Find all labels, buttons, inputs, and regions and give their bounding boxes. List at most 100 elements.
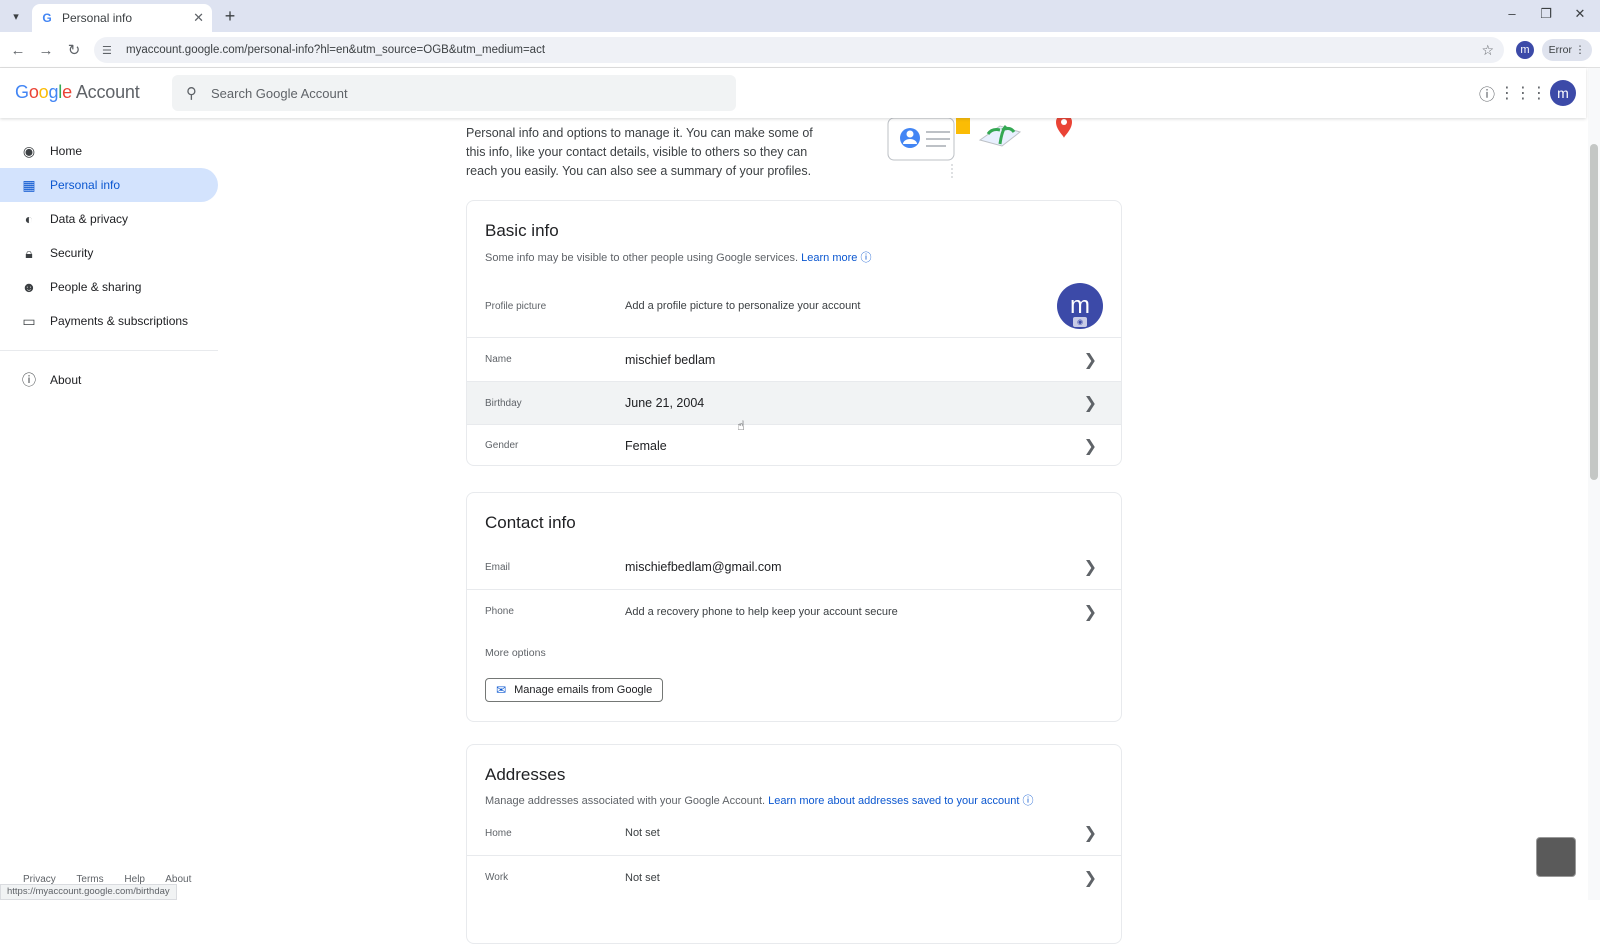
addresses-subtitle: Manage addresses associated with your Go…	[485, 792, 1034, 808]
toggle-icon: ◐	[24, 211, 34, 227]
close-tab-icon[interactable]: ✕	[193, 10, 204, 26]
logo-letter: G	[15, 82, 29, 102]
contact-info-title: Contact info	[485, 513, 576, 532]
back-icon[interactable]: ←	[8, 40, 28, 60]
phone-value: Add a recovery phone to help keep your a…	[625, 605, 898, 618]
sidebar-item-label: Security	[50, 246, 94, 260]
phone-label: Phone	[485, 606, 514, 617]
sidebar-item-security[interactable]: 🔒︎ Security	[0, 236, 218, 270]
bookmark-star-icon[interactable]: ☆	[1481, 42, 1494, 59]
sidebar-item-payments[interactable]: ▭ Payments & subscriptions	[0, 304, 218, 338]
new-tab-button[interactable]: +	[220, 6, 240, 26]
error-label: Error	[1548, 44, 1572, 56]
sidebar-item-label: Data & privacy	[50, 212, 129, 226]
address-url: myaccount.google.com/personal-info?hl=en…	[126, 44, 546, 56]
addresses-title: Addresses	[485, 765, 566, 784]
page-scrollbar[interactable]	[1588, 68, 1600, 900]
profile-picture-avatar[interactable]: m ◉	[1057, 283, 1103, 329]
browser-tab-strip: ▾ G Personal info ✕ + – ❐ ✕	[0, 0, 1600, 32]
browser-profile-avatar[interactable]: m	[1516, 41, 1534, 59]
scrollbar-thumb[interactable]	[1590, 144, 1598, 480]
manage-emails-button[interactable]: ✉ Manage emails from Google	[485, 678, 664, 702]
camera-icon: ◉	[1073, 317, 1087, 327]
chevron-right-icon: ❯	[1083, 603, 1097, 621]
info-icon: ⓘ	[22, 372, 36, 388]
forward-icon[interactable]: →	[36, 40, 56, 60]
reload-icon[interactable]: ↻	[64, 40, 84, 60]
learn-more-help-icon: ⓘ	[860, 252, 872, 264]
home-icon: ◉	[22, 142, 36, 159]
more-options-label: More options	[485, 647, 546, 659]
search-placeholder: Search Google Account	[211, 85, 348, 101]
home-address-value: Not set	[625, 827, 660, 839]
sidebar-item-data-privacy[interactable]: ◐ Data & privacy	[0, 202, 218, 236]
profile-picture-row[interactable]: Profile picture Add a profile picture to…	[467, 275, 1121, 337]
name-value: mischief bedlam	[625, 352, 716, 367]
sidebar-nav: ◉ Home ▦ Personal info ◐ Data & privacy …	[0, 118, 220, 397]
basic-info-subtitle-text: Some info may be visible to other people…	[485, 252, 799, 264]
lock-icon: 🔒︎	[25, 244, 33, 261]
name-label: Name	[485, 354, 512, 365]
apps-grid-icon[interactable]: ⋮⋮⋮	[1499, 82, 1547, 104]
error-button[interactable]: Error ⋮	[1542, 39, 1592, 61]
email-label: Email	[485, 561, 511, 573]
sidebar-item-label: Home	[50, 144, 83, 158]
contact-info-card: Contact info Email mischiefbedlam@gmail.…	[466, 492, 1122, 722]
browser-toolbar: ← → ↻ ☰ myaccount.google.com/personal-in…	[0, 32, 1600, 68]
site-settings-icon[interactable]: ☰	[102, 44, 118, 57]
profile-picture-label: Profile picture	[485, 300, 547, 312]
logo-letter: o	[38, 82, 49, 102]
addresses-help-icon: ⓘ	[1022, 795, 1034, 807]
tab-search-button[interactable]: ▾	[6, 6, 26, 26]
sidebar-item-personal-info[interactable]: ▦ Personal info	[0, 168, 218, 202]
restore-icon[interactable]: ❐	[1534, 6, 1558, 22]
email-value: mischiefbedlam@gmail.com	[625, 560, 782, 574]
search-icon: ⚲	[186, 85, 197, 102]
profile-picture-value: Add a profile picture to personalize you…	[625, 300, 861, 312]
tab-title: Personal info	[62, 11, 133, 25]
learn-more-link[interactable]: Learn more	[801, 252, 857, 264]
name-row[interactable]: Name mischief bedlam ❯	[467, 337, 1121, 381]
sidebar-item-label: Payments & subscriptions	[50, 314, 189, 328]
profile-picture-initial: m	[1070, 292, 1090, 319]
close-window-icon[interactable]: ✕	[1568, 6, 1592, 22]
sidebar-item-label: People & sharing	[50, 280, 142, 294]
sidebar-divider	[0, 350, 218, 351]
logo-letter: e	[62, 82, 72, 102]
sidebar-item-people-sharing[interactable]: ☻ People & sharing	[0, 270, 218, 304]
gender-value: Female	[625, 438, 667, 453]
address-bar[interactable]: ☰ myaccount.google.com/personal-info?hl=…	[94, 37, 1504, 63]
chevron-right-icon: ❯	[1083, 559, 1097, 576]
basic-info-card: Basic info Some info may be visible to o…	[466, 200, 1122, 466]
chevron-right-icon: ❯	[1083, 351, 1097, 369]
sidebar-item-label: Personal info	[50, 178, 121, 192]
chevron-right-icon: ❯	[1083, 437, 1097, 455]
sidebar-item-about[interactable]: ⓘ About	[0, 363, 218, 397]
status-bar-url: https://myaccount.google.com/birthday	[0, 884, 177, 900]
google-account-logo[interactable]: Google Account	[15, 82, 140, 103]
birthday-label: Birthday	[485, 397, 522, 409]
home-address-row[interactable]: Home Not set ❯	[467, 811, 1121, 855]
id-card-icon: ▦	[22, 176, 36, 193]
birthday-value: June 21, 2004	[625, 396, 705, 410]
browser-tab[interactable]: G Personal info ✕	[32, 4, 212, 32]
work-address-row[interactable]: Work Not set ❯	[467, 855, 1121, 899]
chevron-right-icon: ❯	[1083, 395, 1097, 412]
addresses-learn-more-link[interactable]: Learn more about addresses saved to your…	[768, 795, 1019, 807]
birthday-row[interactable]: Birthday June 21, 2004 ❯	[467, 381, 1121, 424]
gender-row[interactable]: Gender Female ❯	[467, 424, 1121, 466]
sidebar-item-label: About	[50, 373, 82, 387]
help-icon[interactable]: ⓘ	[1476, 82, 1498, 104]
work-address-value: Not set	[625, 871, 660, 884]
basic-info-title: Basic info	[485, 221, 559, 240]
account-avatar[interactable]: m	[1550, 80, 1576, 106]
gender-label: Gender	[485, 440, 519, 451]
phone-row[interactable]: Phone Add a recovery phone to help keep …	[467, 589, 1121, 633]
minimize-icon[interactable]: –	[1500, 6, 1524, 21]
email-row[interactable]: Email mischiefbedlam@gmail.com ❯	[467, 545, 1121, 589]
search-input[interactable]: ⚲ Search Google Account	[172, 75, 736, 111]
mail-icon: ✉	[496, 683, 507, 697]
personal-info-illustration	[887, 118, 1072, 180]
sidebar-item-home[interactable]: ◉ Home	[0, 134, 218, 168]
logo-letter: o	[28, 82, 39, 102]
